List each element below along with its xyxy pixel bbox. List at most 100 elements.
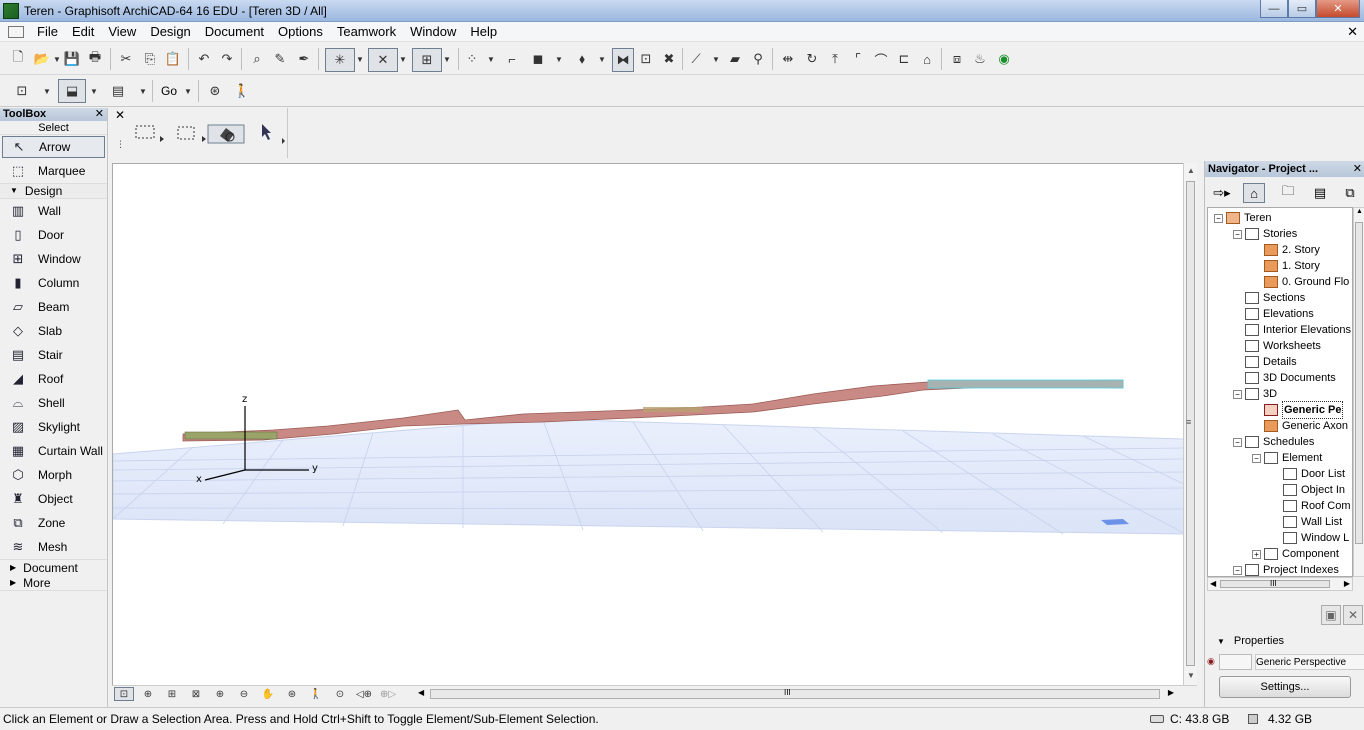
scroll-up-icon[interactable]: ▲: [1187, 166, 1195, 175]
zoom-area-icon[interactable]: ⊞: [162, 687, 182, 701]
toolbox-more-section[interactable]: ▶ More: [0, 575, 107, 591]
tree-item[interactable]: 3D Documents: [1233, 370, 1336, 386]
print-icon[interactable]: 🖶: [85, 49, 105, 69]
tree-horizontal-scrollbar[interactable]: ◀ III ▶: [1207, 577, 1353, 591]
menu-teamwork[interactable]: Teamwork: [330, 22, 403, 42]
fillet-icon[interactable]: ⌒: [871, 49, 891, 69]
3d-viewport[interactable]: z y x: [112, 163, 1183, 685]
menu-edit[interactable]: Edit: [65, 22, 101, 42]
teamwork-status-icon[interactable]: ◉: [994, 49, 1014, 69]
tree-item[interactable]: Object In: [1271, 482, 1345, 498]
toolbox-close-icon[interactable]: ✕: [95, 108, 104, 121]
orbit-view-icon[interactable]: ⊛: [282, 687, 302, 701]
paste-icon[interactable]: 📋: [163, 49, 183, 69]
walk-icon[interactable]: 🚶: [232, 81, 252, 101]
horizontal-scroll-thumb[interactable]: [430, 689, 1160, 699]
gravity-icon[interactable]: ⁘: [462, 49, 482, 69]
selection-method-polygon-icon[interactable]: [135, 125, 164, 142]
tree-vertical-scrollbar[interactable]: ▲: [1353, 207, 1364, 577]
tool-beam[interactable]: ▱ Beam: [0, 295, 107, 319]
inject-icon[interactable]: ✒: [294, 49, 314, 69]
eyedropper-dropdown-icon[interactable]: ▼: [711, 49, 721, 69]
minimize-button[interactable]: —: [1260, 0, 1288, 18]
next-zoom-icon[interactable]: ⊕▷: [378, 687, 398, 701]
tool-zone[interactable]: ⧉ Zone: [0, 511, 107, 535]
cut-icon[interactable]: ✂: [116, 49, 136, 69]
roof-trim-icon[interactable]: ⌂: [917, 49, 937, 69]
delete-view-icon[interactable]: ✕: [1343, 605, 1363, 625]
delete-marker-icon[interactable]: ✖: [659, 49, 679, 69]
scroll-left-icon[interactable]: ◀: [418, 688, 424, 697]
tree-item[interactable]: − Project Indexes: [1233, 562, 1339, 576]
navigator-menu-icon[interactable]: ⇨▸: [1207, 183, 1237, 203]
undo-icon[interactable]: ↶: [194, 49, 214, 69]
new-file-icon[interactable]: 🗋: [8, 49, 28, 69]
project-map-tab-icon[interactable]: ⌂: [1243, 183, 1265, 203]
copy-icon[interactable]: ⎘: [140, 49, 160, 69]
open-dropdown-icon[interactable]: ▼: [52, 49, 62, 69]
go-dropdown-icon[interactable]: ▼: [183, 81, 193, 101]
viewport-vertical-scrollbar[interactable]: ▲ ≡ ▼: [1183, 163, 1197, 685]
floor-plan-dropdown-icon[interactable]: ▼: [42, 81, 52, 101]
guide-lines-icon[interactable]: ✕: [368, 48, 398, 72]
menu-window[interactable]: Window: [403, 22, 463, 42]
settings-button[interactable]: Settings...: [1219, 676, 1351, 698]
save-icon[interactable]: 💾: [62, 49, 82, 69]
quick-options-icon[interactable]: ⊡: [114, 687, 134, 701]
explore-icon[interactable]: 🚶: [306, 687, 326, 701]
menu-help[interactable]: Help: [463, 22, 504, 42]
tree-item[interactable]: Generic Axon: [1252, 418, 1348, 434]
selection-method-rotated-icon[interactable]: [207, 124, 245, 144]
tool-curtain-wall[interactable]: ▦ Curtain Wall: [0, 439, 107, 463]
tree-item[interactable]: − Stories: [1233, 226, 1297, 242]
tree-item[interactable]: Door List: [1271, 466, 1345, 482]
tool-skylight[interactable]: ▨ Skylight: [0, 415, 107, 439]
eyedropper-icon[interactable]: ⟋: [686, 49, 706, 69]
tree-toggle-icon[interactable]: −: [1233, 565, 1242, 575]
project-map-tree[interactable]: − Teren − Stories 2. Story 1. Story 0. Ground …: [1207, 207, 1353, 577]
scroll-down-icon[interactable]: ▼: [1187, 671, 1195, 680]
tool-slab[interactable]: ◇ Slab: [0, 319, 107, 343]
tree-scroll-right-icon[interactable]: ▶: [1344, 579, 1350, 588]
snap-guides-icon[interactable]: ✳: [325, 48, 355, 72]
navigator-header[interactable]: Navigator - Project ... ✕: [1205, 161, 1364, 177]
dimension-icon[interactable]: ⊡: [636, 49, 656, 69]
fit-in-window-icon[interactable]: ⊙: [330, 687, 350, 701]
menu-document[interactable]: Document: [198, 22, 271, 42]
document-close-icon[interactable]: ✕: [1347, 24, 1358, 40]
tree-item[interactable]: − 3D: [1233, 386, 1277, 402]
tree-toggle-icon[interactable]: −: [1233, 389, 1242, 399]
viewport-horizontal-scrollbar[interactable]: ◀ III ▶: [418, 688, 1174, 700]
tree-item[interactable]: 2. Story: [1252, 242, 1320, 258]
rotate-icon[interactable]: ↻: [802, 49, 822, 69]
document-system-icon[interactable]: [8, 25, 24, 38]
tree-toggle-icon[interactable]: +: [1252, 549, 1261, 559]
layout-dropdown-icon[interactable]: ▼: [138, 81, 148, 101]
tree-scroll-up-icon[interactable]: ▲: [1356, 208, 1363, 215]
tree-item[interactable]: Interior Elevations: [1233, 322, 1351, 338]
gravity-dropdown-icon[interactable]: ▼: [486, 49, 496, 69]
tree-toggle-icon[interactable]: −: [1252, 453, 1261, 463]
guide-lines-dropdown-icon[interactable]: ▼: [398, 49, 408, 69]
tool-door[interactable]: ▯ Door: [0, 223, 107, 247]
tool-arrow[interactable]: ↖ Arrow: [2, 136, 105, 158]
offset-icon[interactable]: ⌜: [848, 49, 868, 69]
new-folder-icon[interactable]: ▣: [1321, 605, 1341, 625]
selection-method-rectangle-icon[interactable]: [177, 126, 206, 142]
tree-item[interactable]: Sections: [1233, 290, 1305, 306]
tool-object[interactable]: ♜ Object: [0, 487, 107, 511]
tree-item[interactable]: Window L: [1271, 530, 1349, 546]
tree-item[interactable]: Generic Pe: [1252, 401, 1344, 419]
render-icon[interactable]: ♨: [970, 49, 990, 69]
zoom-to-fit-icon[interactable]: ⊕: [138, 687, 158, 701]
tool-window[interactable]: ⊞ Window: [0, 247, 107, 271]
tool-column[interactable]: ▮ Column: [0, 271, 107, 295]
zoom-in-icon[interactable]: ⊕: [210, 687, 230, 701]
tree-item[interactable]: − Element: [1252, 450, 1322, 466]
grid-snap-icon[interactable]: ⊞: [412, 48, 442, 72]
tree-item[interactable]: Worksheets: [1233, 338, 1321, 354]
close-button[interactable]: ✕: [1316, 0, 1360, 18]
layer-dropdown-icon[interactable]: ▼: [597, 49, 607, 69]
solid-element-dropdown-icon[interactable]: ▼: [554, 49, 564, 69]
grid-snap-dropdown-icon[interactable]: ▼: [442, 49, 452, 69]
